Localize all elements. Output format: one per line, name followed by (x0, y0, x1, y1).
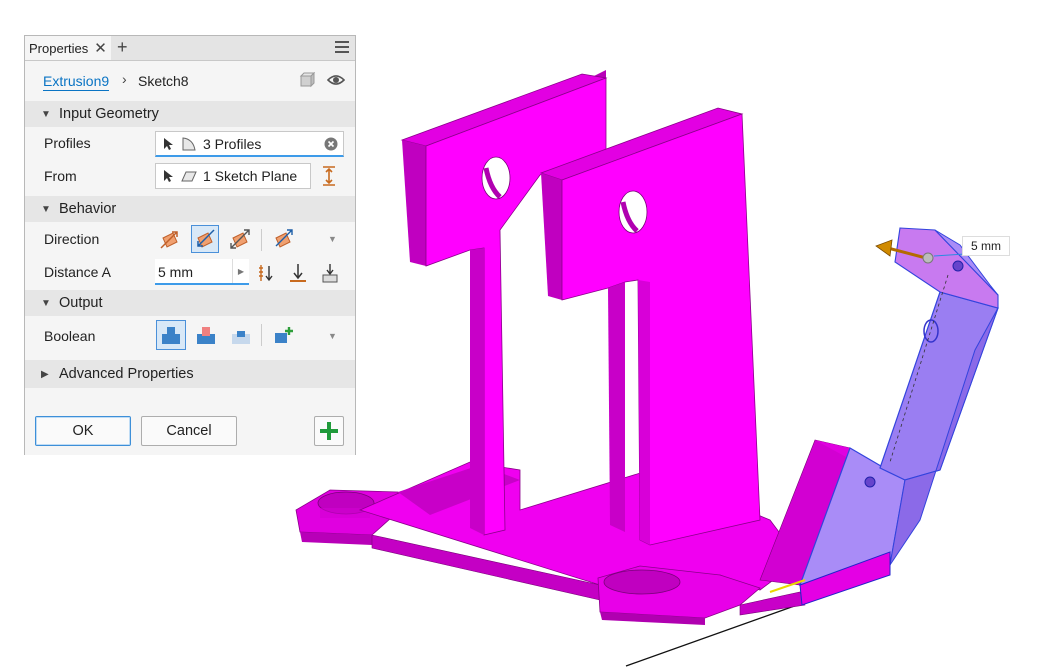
cursor-icon (164, 170, 173, 182)
caret-down-icon: ▼ (41, 203, 51, 215)
caret-down-icon: ▼ (41, 297, 51, 309)
direction-symmetric-icon[interactable] (226, 225, 254, 253)
distance-a-input[interactable]: 5 mm ▶ (155, 259, 249, 285)
new-solid-icon[interactable] (269, 320, 299, 350)
direction-row: Direction ▼ (25, 222, 355, 256)
distance-a-value: 5 mm (158, 264, 193, 280)
cube-icon[interactable] (299, 72, 315, 88)
cancel-button[interactable]: Cancel (141, 416, 237, 446)
eye-icon[interactable] (327, 73, 345, 87)
direction-default-icon[interactable] (156, 225, 184, 253)
distance-a-label: Distance A (44, 264, 111, 280)
to-face-icon[interactable] (289, 263, 307, 283)
dimension-label[interactable]: 5 mm (962, 236, 1010, 256)
section-output[interactable]: ▼ Output (25, 290, 355, 316)
properties-panel: Properties ✕ + Extrusion9 › Sketch8 ▼ In… (24, 35, 356, 455)
direction-label: Direction (44, 231, 100, 247)
profiles-selector[interactable]: 3 Profiles (155, 131, 344, 157)
from-row: From 1 Sketch Plane (25, 160, 355, 193)
boolean-label: Boolean (44, 328, 96, 344)
left-upright-bracket (400, 70, 608, 536)
chevron-down-icon[interactable]: ▼ (328, 234, 337, 244)
separator (261, 324, 262, 346)
separator (261, 229, 262, 251)
cut-icon[interactable] (191, 320, 221, 350)
direction-asymmetric-icon[interactable] (269, 225, 297, 253)
join-icon[interactable] (156, 320, 186, 350)
profile-shape-icon (182, 136, 196, 150)
intersect-icon[interactable] (226, 320, 256, 350)
breadcrumb: Extrusion9 › Sketch8 (25, 61, 355, 101)
ok-button[interactable]: OK (35, 416, 131, 446)
section-advanced-properties[interactable]: ▶ Advanced Properties (25, 360, 355, 388)
section-title: Behavior (59, 201, 117, 217)
section-behavior[interactable]: ▼ Behavior (25, 196, 355, 222)
profiles-value: 3 Profiles (203, 135, 262, 152)
from-selector[interactable]: 1 Sketch Plane (155, 163, 311, 189)
profiles-label: Profiles (44, 135, 91, 151)
chevron-down-icon[interactable]: ▼ (328, 331, 337, 341)
section-title: Output (59, 295, 103, 311)
close-icon[interactable]: ✕ (94, 39, 107, 57)
from-value: 1 Sketch Plane (203, 168, 298, 184)
measure-icon[interactable] (257, 263, 275, 283)
caret-right-icon: ▶ (41, 368, 49, 380)
profiles-row: Profiles 3 Profiles (25, 127, 355, 160)
add-tab-icon[interactable]: + (117, 37, 128, 58)
extents-icon[interactable] (321, 166, 337, 186)
cursor-icon (164, 137, 173, 150)
from-label: From (44, 168, 77, 184)
section-title: Advanced Properties (59, 366, 194, 382)
boolean-row: Boolean ▼ (25, 316, 355, 360)
tab-properties[interactable]: Properties ✕ (25, 36, 111, 60)
section-title: Input Geometry (59, 106, 159, 122)
section-input-geometry[interactable]: ▼ Input Geometry (25, 101, 355, 127)
spinner-arrow-icon[interactable]: ▶ (232, 259, 249, 283)
to-body-icon[interactable] (321, 263, 339, 283)
right-upright-bracket (539, 107, 761, 546)
plus-icon (320, 422, 338, 440)
chevron-right-icon: › (122, 71, 127, 87)
plane-icon (181, 171, 197, 182)
button-bar: OK Cancel (25, 405, 355, 455)
breadcrumb-sketch[interactable]: Sketch8 (138, 73, 189, 89)
breadcrumb-feature[interactable]: Extrusion9 (43, 73, 110, 91)
caret-down-icon: ▼ (41, 108, 51, 120)
distance-row: Distance A 5 mm ▶ (25, 256, 355, 290)
clear-icon[interactable] (324, 137, 338, 151)
tab-title: Properties (29, 40, 89, 56)
apply-button[interactable] (314, 416, 344, 446)
direction-flipped-icon[interactable] (191, 225, 219, 253)
extrusion-preview (759, 227, 999, 606)
menu-icon[interactable] (335, 41, 349, 56)
panel-tabbar: Properties ✕ + (25, 36, 355, 61)
